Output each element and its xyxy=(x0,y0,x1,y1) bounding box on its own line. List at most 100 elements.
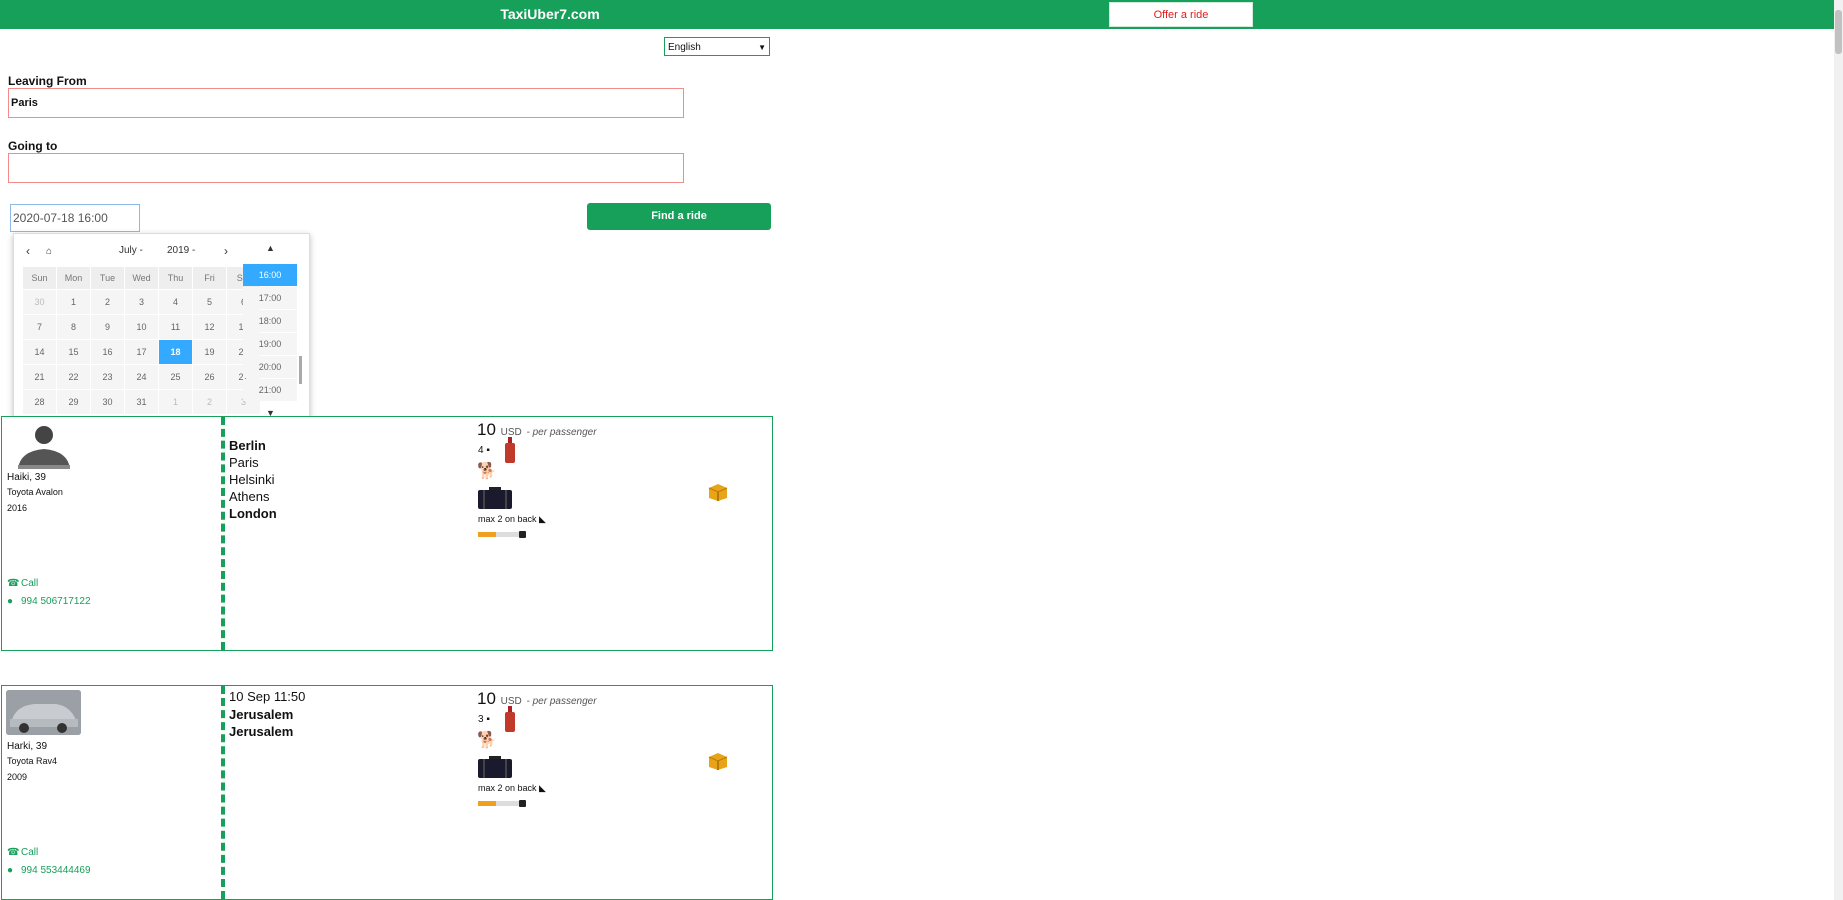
calendar-day[interactable]: 23 xyxy=(90,364,125,390)
time-option[interactable]: 17:00 xyxy=(243,287,297,309)
calendar-day[interactable]: 17 xyxy=(124,339,159,365)
find-ride-button[interactable]: Find a ride xyxy=(587,203,771,230)
weekday-header: Mon xyxy=(56,266,91,290)
datetime-input[interactable]: 2020-07-18 16:00 xyxy=(10,204,140,232)
driver-name: Harki, 39 xyxy=(7,741,48,752)
route-city: London xyxy=(229,506,277,521)
route-city: Berlin xyxy=(229,438,266,453)
calendar-day[interactable]: 10 xyxy=(124,314,159,340)
calendar-day[interactable]: 14 xyxy=(22,339,57,365)
time-scroll-thumb[interactable] xyxy=(299,356,302,384)
calendar-day[interactable]: 8 xyxy=(56,314,91,340)
route-cities: Berlin Paris Helsinki Athens London xyxy=(229,437,277,522)
from-input[interactable]: Paris xyxy=(8,88,684,118)
car-image xyxy=(6,690,81,735)
year-select[interactable]: 2019 - xyxy=(167,245,195,256)
price-value: 10 xyxy=(477,689,496,708)
box-icon xyxy=(708,484,728,501)
calendar-day[interactable]: 30 xyxy=(90,389,125,415)
calendar-day[interactable]: 1 xyxy=(56,289,91,315)
calendar-day[interactable]: 2 xyxy=(90,289,125,315)
calendar-day[interactable]: 12 xyxy=(192,314,227,340)
suitcase-icon xyxy=(478,756,512,778)
weekday-header: Thu xyxy=(158,266,193,290)
calendar-day[interactable]: 22 xyxy=(56,364,91,390)
price: 10 USD - per passenger xyxy=(477,689,597,709)
comfort-bar xyxy=(478,800,526,807)
calendar-day[interactable]: 30 xyxy=(22,289,57,315)
calendar-day[interactable]: 29 xyxy=(56,389,91,415)
phone-link[interactable]: ● 994 553444469 xyxy=(7,865,91,876)
route-city: Paris xyxy=(229,455,259,470)
phone-icon: ☎ xyxy=(7,847,20,858)
weekday-header: Tue xyxy=(90,266,125,290)
phone-number: 994 553444469 xyxy=(21,865,91,876)
time-list: 16:00 17:00 18:00 19:00 20:00 21:00 xyxy=(243,264,297,404)
calendar-day[interactable]: 25 xyxy=(158,364,193,390)
call-link[interactable]: ☎ Call xyxy=(7,847,38,858)
back-seat-value: max 2 on back xyxy=(478,783,537,793)
language-select[interactable]: English ▼ xyxy=(664,37,770,56)
bottle-icon xyxy=(505,706,515,732)
comfort-marker xyxy=(519,531,526,538)
call-link[interactable]: ☎ Call xyxy=(7,578,38,589)
avatar-icon xyxy=(18,426,70,469)
calendar-day[interactable]: 1 xyxy=(158,389,193,415)
comfort-fill xyxy=(478,801,497,806)
time-option[interactable]: 20:00 xyxy=(243,356,297,378)
route-city: Jerusalem xyxy=(229,724,294,739)
prev-month-icon[interactable]: ‹ xyxy=(26,244,30,258)
top-bar: TaxiUber7.com Offer a ride xyxy=(0,0,1843,29)
calendar-day[interactable]: 16 xyxy=(90,339,125,365)
calendar-day[interactable]: 18 xyxy=(158,339,193,365)
home-icon[interactable]: ⌂ xyxy=(46,246,52,257)
seats-count: 4 ▪ xyxy=(478,445,490,456)
calendar-day[interactable]: 31 xyxy=(124,389,159,415)
time-option[interactable]: 16:00 xyxy=(243,264,297,286)
calendar-day[interactable]: 9 xyxy=(90,314,125,340)
calendar-day[interactable]: 3 xyxy=(124,289,159,315)
offer-ride-button[interactable]: Offer a ride xyxy=(1109,2,1253,27)
seats-value: 4 xyxy=(478,445,484,456)
brand-logo[interactable]: TaxiUber7.com xyxy=(470,6,630,22)
calendar-day[interactable]: 19 xyxy=(192,339,227,365)
seats-count: 3 ▪ xyxy=(478,714,490,725)
scroll-thumb[interactable] xyxy=(1835,10,1842,54)
driver-name: Haiki, 39 xyxy=(7,472,46,483)
page-scrollbar[interactable] xyxy=(1834,0,1843,900)
phone-link[interactable]: ● 994 506717122 xyxy=(7,596,91,607)
box-icon xyxy=(708,753,728,770)
ride-card[interactable]: Haiki, 39 Toyota Avalon 2016 ☎ Call ● 994 … xyxy=(1,416,773,651)
calendar-day[interactable]: 15 xyxy=(56,339,91,365)
calendar-day[interactable]: 4 xyxy=(158,289,193,315)
call-label: Call xyxy=(21,847,39,858)
car-photo xyxy=(6,690,81,735)
route-cities: Jerusalem Jerusalem xyxy=(229,706,293,740)
calendar-day[interactable]: 2 xyxy=(192,389,227,415)
calendar-day[interactable]: 26 xyxy=(192,364,227,390)
time-option[interactable]: 21:00 xyxy=(243,379,297,401)
month-select[interactable]: July - xyxy=(119,245,143,256)
calendar-day[interactable]: 28 xyxy=(22,389,57,415)
to-input[interactable] xyxy=(8,153,684,183)
calendar-day[interactable]: 11 xyxy=(158,314,193,340)
dog-icon: 🐕 xyxy=(477,732,497,749)
time-up-icon[interactable]: ▲ xyxy=(266,243,275,253)
next-month-icon[interactable]: › xyxy=(224,244,228,258)
back-seat-text: max 2 on back ◣ xyxy=(478,783,546,793)
card-divider xyxy=(221,417,225,650)
calendar-day[interactable]: 24 xyxy=(124,364,159,390)
time-option[interactable]: 19:00 xyxy=(243,333,297,355)
calendar-day[interactable]: 5 xyxy=(192,289,227,315)
route-city: Jerusalem xyxy=(229,707,294,722)
calendar-day[interactable]: 7 xyxy=(22,314,57,340)
language-value: English xyxy=(668,42,701,53)
phone-icon: ☎ xyxy=(7,578,20,589)
weekday-header: Sun xyxy=(22,266,57,290)
time-option[interactable]: 18:00 xyxy=(243,310,297,332)
route-city: Athens xyxy=(229,489,270,504)
price: 10 USD - per passenger xyxy=(477,420,597,440)
calendar-day[interactable]: 21 xyxy=(22,364,57,390)
route-city: Helsinki xyxy=(229,472,275,487)
ride-card[interactable]: Harki, 39 Toyota Rav4 2009 ☎ Call ● 994 55… xyxy=(1,685,773,900)
